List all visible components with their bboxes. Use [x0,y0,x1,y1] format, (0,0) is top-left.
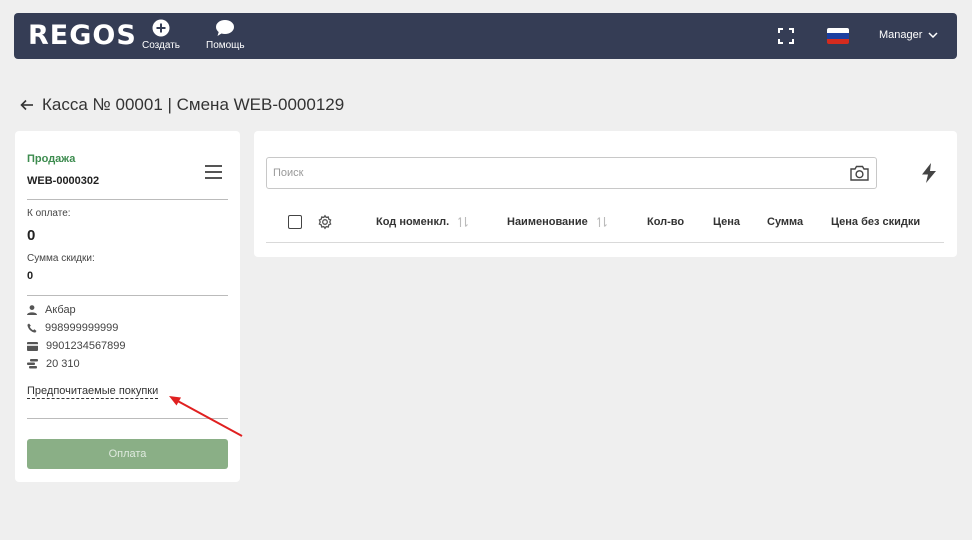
column-name[interactable]: Наименование [507,216,608,228]
column-price-without-discount[interactable]: Цена без скидки [831,216,920,228]
table-header: Код номенкл. Наименование Кол-во Цена Су… [266,203,944,243]
app-logo[interactable]: REGOS [28,22,137,50]
page-title: Касса № 00001 | Смена WEB-0000129 [20,95,344,115]
create-button[interactable]: Создать [142,19,180,51]
column-quantity-label: Кол-во [647,216,685,228]
customer-card: 9901234567899 [46,340,126,352]
customer-name: Акбар [45,304,76,316]
column-price-without-discount-label: Цена без скидки [831,216,921,228]
column-sum-label: Сумма [767,216,804,228]
preferred-purchases-link[interactable]: Предпочитаемые покупки [27,385,159,399]
customer-card-row: 9901234567899 [27,340,126,352]
divider [27,295,228,296]
hamburger-menu-icon[interactable] [205,165,222,184]
annotation-arrow-icon [169,396,243,437]
column-name-label: Наименование [507,216,588,228]
customer-bonus-row: 20 310 [27,358,80,370]
top-header: REGOS Создать Помощь Manager [14,13,957,59]
lightning-icon[interactable] [921,163,937,188]
column-price[interactable]: Цена [713,216,740,228]
gear-icon[interactable] [317,214,333,235]
camera-icon[interactable] [850,165,869,186]
customer-bonus: 20 310 [46,358,80,370]
coins-icon [27,359,38,369]
search-input[interactable] [273,158,833,188]
discount-value: 0 [27,270,34,282]
create-label: Создать [142,40,181,51]
discount-label: Сумма скидки: [27,253,95,264]
user-name: Manager [879,29,923,41]
to-pay-value: 0 [27,227,36,244]
column-quantity[interactable]: Кол-во [647,216,684,228]
user-icon [27,305,37,315]
search-box [266,157,877,189]
sale-label: Продажа [27,153,76,165]
customer-name-row: Акбар [27,304,76,316]
pay-button[interactable]: Оплата [27,439,228,469]
products-panel: Код номенкл. Наименование Кол-во Цена Су… [254,131,957,257]
column-sum[interactable]: Сумма [767,216,803,228]
phone-icon [27,323,37,333]
document-number: WEB-0000302 [27,175,100,187]
select-all-checkbox[interactable] [288,215,302,229]
user-menu[interactable]: Manager [879,29,938,41]
column-code[interactable]: Код номенкл. [376,216,469,228]
to-pay-label: К оплате: [27,208,71,219]
fullscreen-icon[interactable] [778,28,794,49]
credit-card-icon [27,341,38,351]
help-label: Помощь [206,40,245,51]
divider [27,199,228,200]
plus-circle-icon [152,19,170,37]
column-price-label: Цена [713,216,741,228]
chevron-down-icon [928,32,938,38]
sort-icon [458,217,469,227]
customer-phone: 998999999999 [45,322,119,334]
column-code-label: Код номенкл. [376,216,450,228]
sort-icon [596,217,607,227]
language-flag-icon[interactable] [827,28,849,44]
customer-phone-row: 998999999999 [27,322,118,334]
help-button[interactable]: Помощь [206,19,245,51]
back-arrow-icon[interactable] [20,99,34,111]
chat-bubble-icon [216,20,235,36]
page-title-text: Касса № 00001 | Смена WEB-0000129 [42,95,345,114]
